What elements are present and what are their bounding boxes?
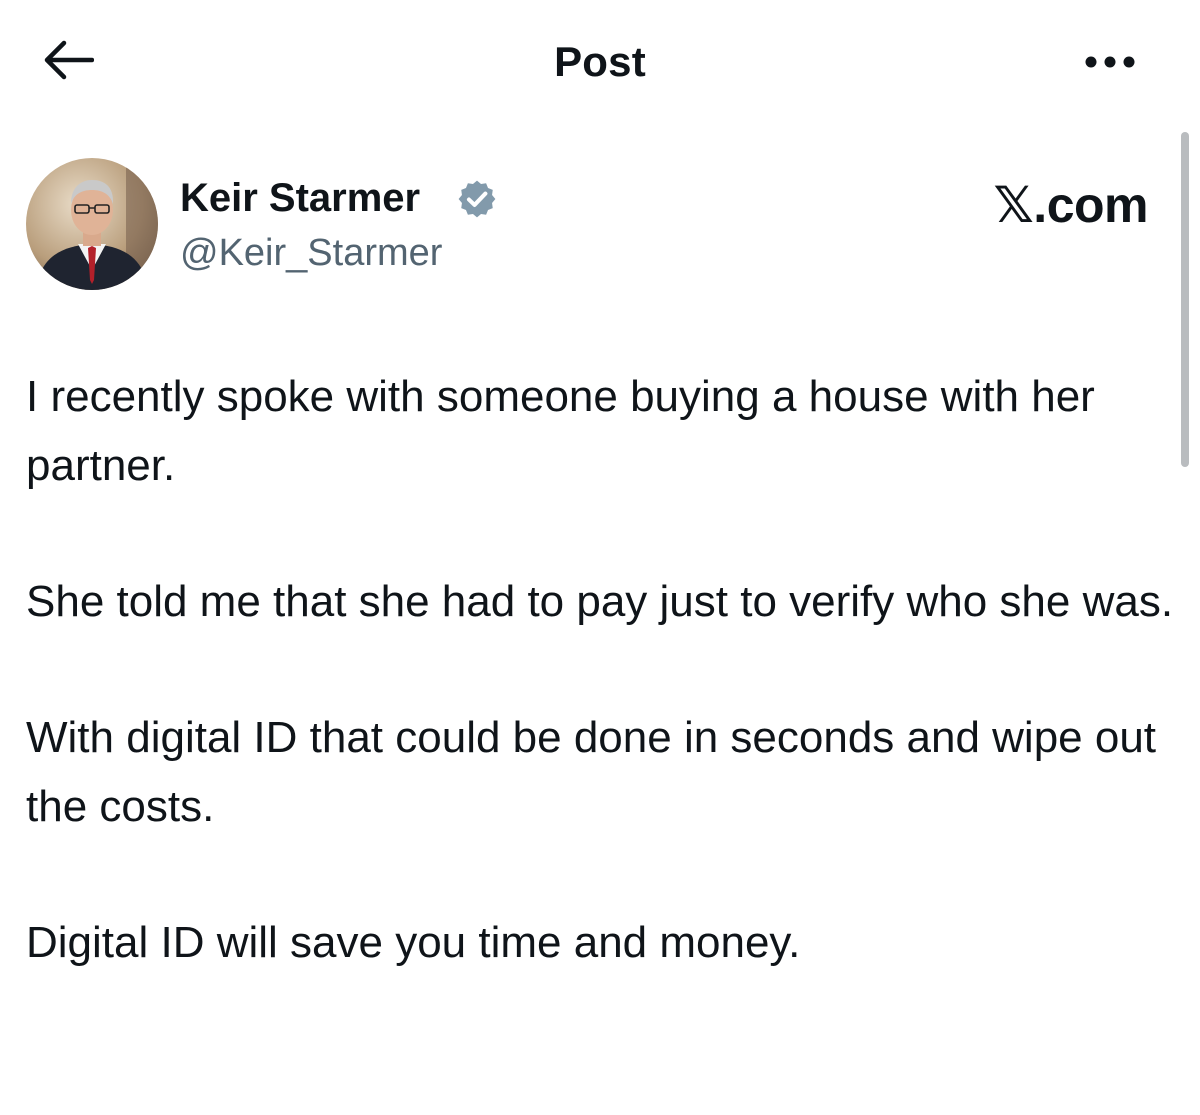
author-row: Keir Starmer @Keir_Starmer 𝕏.com <box>0 150 1200 300</box>
author-handle[interactable]: @Keir_Starmer <box>180 232 442 275</box>
author-name[interactable]: Keir Starmer <box>180 176 420 221</box>
post-paragraph: Digital ID will save you time and money. <box>26 918 801 967</box>
verified-badge-icon <box>456 178 498 220</box>
post-paragraph: I recently spoke with someone buying a h… <box>26 372 1095 490</box>
top-bar: Post <box>0 0 1200 125</box>
post-text: I recently spoke with someone buying a h… <box>26 362 1176 1044</box>
more-horizontal-icon <box>1082 55 1138 74</box>
avatar[interactable] <box>26 158 158 290</box>
post-paragraph: She told me that she had to pay just to … <box>26 577 1174 626</box>
page-title: Post <box>554 38 646 85</box>
post-paragraph: With digital ID that could be done in se… <box>26 713 1157 831</box>
more-options-button[interactable] <box>1078 44 1142 84</box>
site-watermark: 𝕏.com <box>993 177 1149 233</box>
